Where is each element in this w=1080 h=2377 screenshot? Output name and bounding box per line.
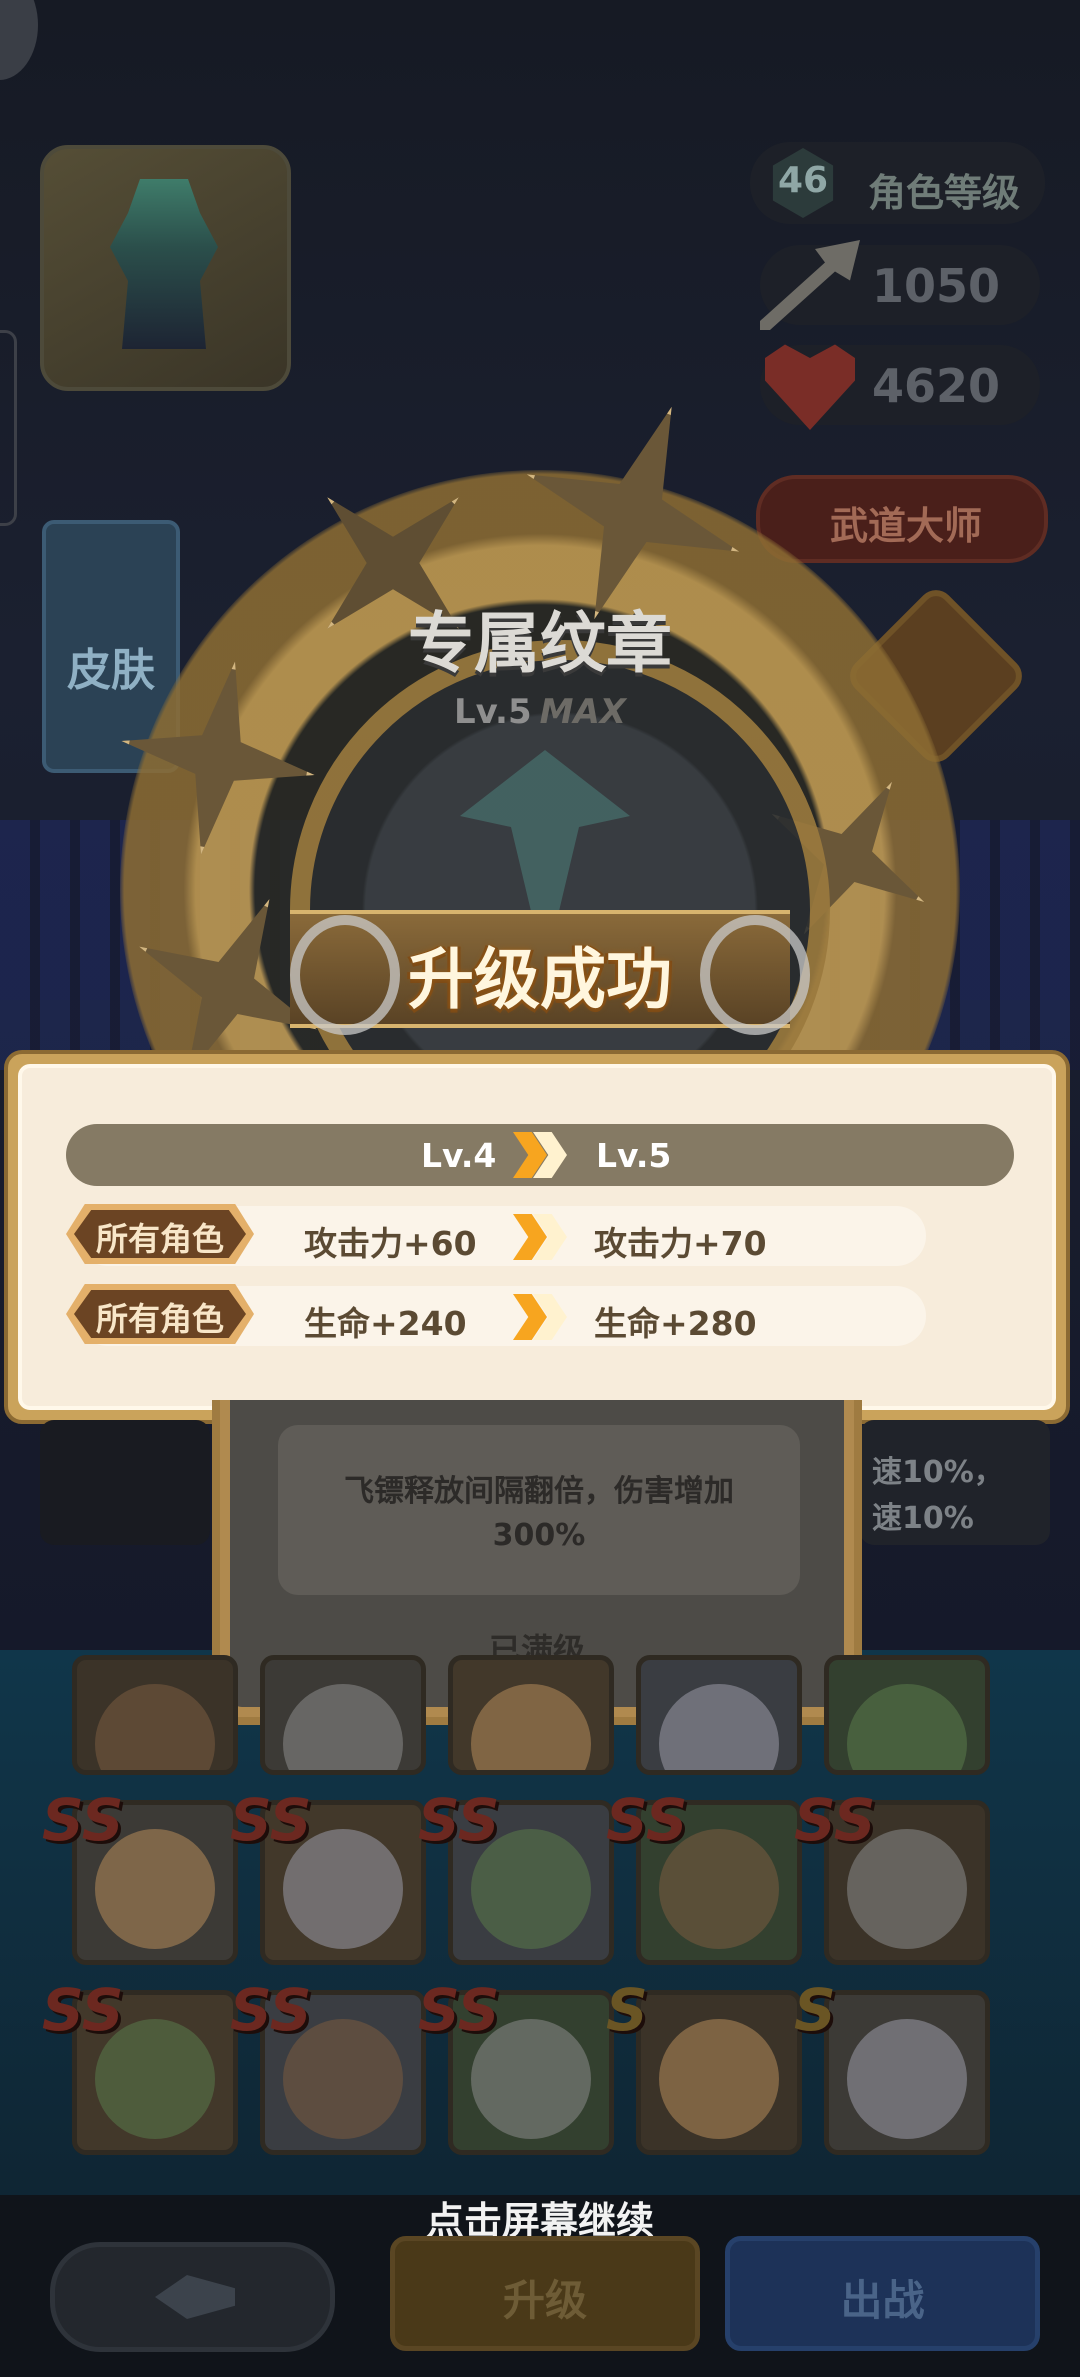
stat-change-row: 所有角色 生命+240 生命+280 (66, 1284, 926, 1346)
character-level: 46 (777, 160, 829, 201)
side-skill-text: 速10%， 速10% (872, 1455, 1004, 1536)
target-tag-label: 所有角色 (95, 1300, 224, 1338)
hero-card[interactable] (824, 1655, 990, 1775)
hero-rank-badge: SS (230, 1786, 312, 1854)
character-level-label: 角色等级 (868, 171, 1021, 215)
level-from: Lv.4 (421, 1136, 497, 1175)
hero-rank-badge: SS (42, 1976, 124, 2044)
hero-rank-badge: S (606, 1976, 648, 2044)
hero-portrait (95, 1684, 215, 1770)
character-portrait[interactable] (40, 145, 291, 391)
hero-rank-badge: SS (42, 1786, 124, 1854)
hero-card[interactable] (260, 1655, 426, 1775)
hero-card[interactable] (72, 1655, 238, 1775)
stat-to: 生命+280 (594, 1304, 757, 1343)
pixel-character-sprite (110, 179, 218, 349)
stat-from: 生命+240 (304, 1304, 467, 1343)
upgrade-button-label: 升级 (502, 2276, 587, 2325)
hero-portrait (847, 1684, 967, 1770)
emblem-title: 专属纹章 (408, 605, 672, 682)
hero-portrait (659, 1684, 779, 1770)
upgrade-success-title: 升级成功 (408, 941, 672, 1018)
emblem-level: Lv.5 MAX (0, 692, 1080, 732)
battle-button[interactable]: 出战 (725, 2236, 1040, 2351)
hero-rank-badge: S (794, 1976, 836, 2044)
stat-to: 攻击力+70 (594, 1224, 767, 1263)
battle-button-label: 出战 (840, 2276, 925, 2325)
arrow-right-icon (513, 1294, 583, 1340)
stat-from: 攻击力+60 (304, 1224, 477, 1263)
hero-portrait (283, 1684, 403, 1770)
hero-rank-badge: SS (230, 1976, 312, 2044)
hero-rank-badge: SS (418, 1786, 500, 1854)
title-badge-label: 武道大师 (830, 504, 983, 548)
hero-card[interactable] (636, 1655, 802, 1775)
hero-card[interactable] (824, 1990, 990, 2155)
level-change-row: Lv.4 Lv.5 (66, 1124, 1014, 1186)
arrow-right-icon (513, 1214, 583, 1260)
emblem-description: 飞镖释放间隔翻倍，伤害增加300% (344, 1474, 734, 1553)
skill-card-left (40, 1420, 210, 1545)
hero-card[interactable] (448, 1655, 614, 1775)
hero-portrait (659, 2019, 779, 2139)
formation-button[interactable] (50, 2242, 335, 2352)
hero-rank-badge: SS (794, 1786, 876, 1854)
attack-value: 1050 (871, 259, 1000, 313)
hero-portrait (471, 1684, 591, 1770)
level-to: Lv.5 (596, 1136, 672, 1175)
hero-portrait (847, 2019, 967, 2139)
emblem-max-tag: MAX (539, 692, 626, 732)
hero-rank-badge: SS (418, 1976, 500, 2044)
hero-card[interactable] (636, 1990, 802, 2155)
formation-icon (155, 2275, 235, 2319)
title-badge[interactable]: 武道大师 (756, 475, 1048, 563)
hero-rank-badge: SS (606, 1786, 688, 1854)
stat-change-row: 所有角色 攻击力+60 攻击力+70 (66, 1204, 926, 1266)
emblem-level-value: Lv.5 (453, 692, 532, 732)
side-panel-handle[interactable] (0, 330, 17, 526)
upgrade-button[interactable]: 升级 (390, 2236, 700, 2351)
hp-value: 4620 (871, 359, 1000, 413)
target-tag-label: 所有角色 (95, 1220, 224, 1258)
arrow-right-icon (513, 1132, 583, 1178)
